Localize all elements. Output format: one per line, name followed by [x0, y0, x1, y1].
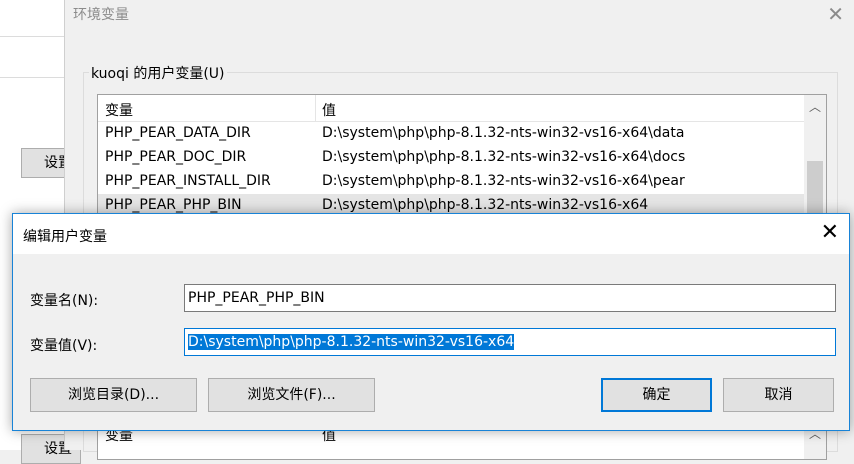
scroll-up-icon[interactable]: ︿ — [804, 95, 826, 119]
ok-button[interactable]: 确定 — [601, 378, 712, 412]
cancel-button[interactable]: 取消 — [723, 378, 834, 412]
group-label: kuoqi 的用户变量(U) — [89, 63, 227, 83]
variable-value-label: 变量值(V): — [30, 338, 98, 354]
variable-name: PHP_PEAR_PHP_BIN — [105, 197, 242, 213]
list-item[interactable]: PHP_PEAR_DATA_DIR D:\system\php\php-8.1.… — [98, 122, 804, 146]
list-item[interactable]: PHP_PEAR_INSTALL_DIR D:\system\php\php-8… — [98, 170, 804, 194]
selected-text[interactable]: D:\system\php\php-8.1.32-nts-win32-vs16-… — [188, 334, 515, 350]
variable-name: PHP_PEAR_DOC_DIR — [105, 149, 247, 165]
window-title: 环境变量 — [73, 7, 129, 23]
list-header: 变量 值 — [98, 95, 804, 122]
dialog-title: 编辑用户变量 — [23, 229, 107, 245]
browse-file-button[interactable]: 浏览文件(F)... — [208, 378, 375, 412]
variable-name: PHP_PEAR_DATA_DIR — [105, 125, 251, 141]
close-icon[interactable]: ✕ — [821, 220, 839, 246]
variable-value: D:\system\php\php-8.1.32-nts-win32-vs16-… — [322, 197, 649, 213]
column-header-name[interactable]: 变量 — [105, 100, 133, 120]
divider — [0, 36, 64, 37]
column-header-value[interactable]: 值 — [322, 100, 336, 120]
variable-value: D:\system\php\php-8.1.32-nts-win32-vs16-… — [322, 173, 685, 189]
list-item[interactable]: PHP_PEAR_DOC_DIR D:\system\php\php-8.1.3… — [98, 146, 804, 170]
variable-name-input[interactable]: PHP_PEAR_PHP_BIN — [184, 284, 836, 312]
close-icon[interactable]: ✕ — [827, 2, 844, 26]
variable-name-label: 变量名(N): — [30, 293, 99, 309]
divider — [0, 77, 64, 78]
dialog-title-bar[interactable]: 编辑用户变量 ✕ — [13, 214, 849, 254]
column-separator[interactable] — [315, 95, 316, 121]
variable-value: D:\system\php\php-8.1.32-nts-win32-vs16-… — [322, 125, 685, 141]
variable-value: D:\system\php\php-8.1.32-nts-win32-vs16-… — [322, 149, 686, 165]
variable-value-input[interactable]: D:\system\php\php-8.1.32-nts-win32-vs16-… — [184, 328, 836, 356]
browse-directory-button[interactable]: 浏览目录(D)... — [30, 378, 197, 412]
edit-user-variable-dialog: 编辑用户变量 ✕ 变量名(N): PHP_PEAR_PHP_BIN 变量值(V)… — [12, 213, 850, 431]
variable-name: PHP_PEAR_INSTALL_DIR — [105, 173, 271, 189]
